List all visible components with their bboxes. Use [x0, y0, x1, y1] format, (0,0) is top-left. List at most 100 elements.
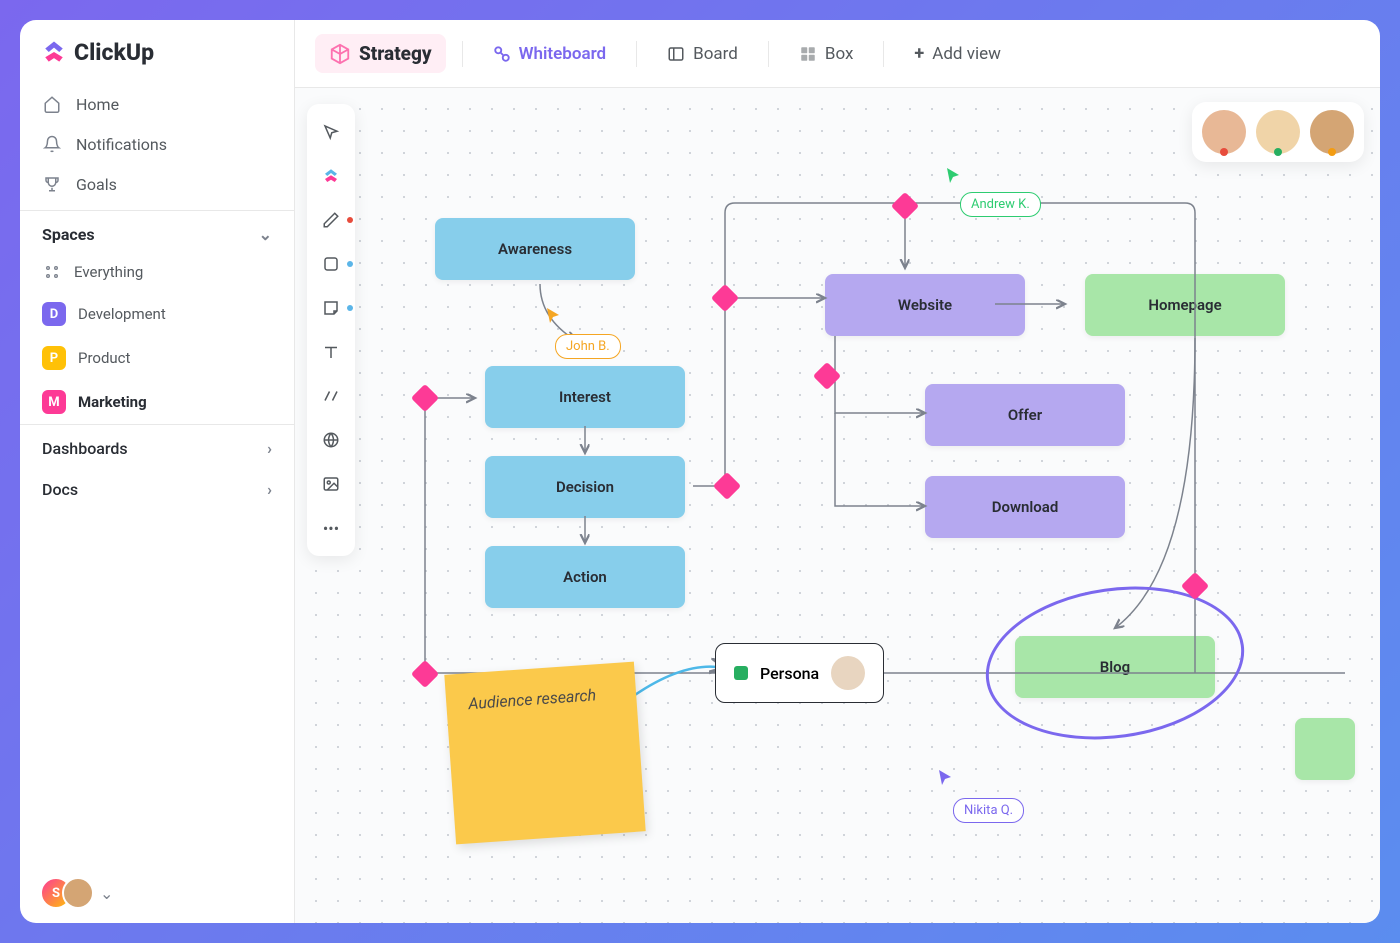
add-view-label: Add view	[932, 44, 1001, 64]
list-title-chip[interactable]: Strategy	[315, 34, 446, 73]
chevron-right-icon: ›	[267, 439, 272, 458]
nav-goals[interactable]: Goals	[20, 164, 294, 204]
node-awareness[interactable]: Awareness	[435, 218, 635, 280]
color-dot-blue	[347, 305, 353, 311]
node-download[interactable]: Download	[925, 476, 1125, 538]
nav-home[interactable]: Home	[20, 84, 294, 124]
collaborator-avatar[interactable]: .collab .a:nth-child(2)::after{backgroun…	[1256, 110, 1300, 154]
node-action[interactable]: Action	[485, 546, 685, 608]
whiteboard-canvas[interactable]: ••• .collab .a:nth-child(1)::after{backg…	[295, 88, 1380, 923]
node-offer[interactable]: Offer	[925, 384, 1125, 446]
persona-label: Persona	[760, 664, 819, 683]
node-blog[interactable]: Blog	[1015, 636, 1215, 698]
nav-notifications[interactable]: Notifications	[20, 124, 294, 164]
connector-handle[interactable]	[411, 384, 439, 412]
space-everything-label: Everything	[74, 263, 143, 281]
chevron-down-icon: ⌄	[259, 225, 272, 244]
tool-pen[interactable]	[313, 202, 349, 238]
cursor-icon	[945, 166, 963, 186]
docs-label: Docs	[42, 480, 78, 499]
cursor-icon	[545, 306, 563, 326]
space-marketing[interactable]: M Marketing	[20, 380, 294, 424]
connector-handle[interactable]	[813, 362, 841, 390]
node-website[interactable]: Website	[825, 274, 1025, 336]
node-decision[interactable]: Decision	[485, 456, 685, 518]
space-development[interactable]: D Development	[20, 292, 294, 336]
color-dot-blue	[347, 261, 353, 267]
nav-home-label: Home	[76, 95, 119, 114]
brand-name: ClickUp	[74, 39, 154, 66]
spaces-header-label: Spaces	[42, 225, 95, 244]
connector-handle[interactable]	[411, 660, 439, 688]
node-interest[interactable]: Interest	[485, 366, 685, 428]
plus-icon: +	[914, 43, 924, 64]
divider	[636, 41, 637, 67]
view-label: Whiteboard	[519, 44, 607, 64]
sidebar: ClickUp Home Notifications Goals Spaces …	[20, 20, 295, 923]
tool-web[interactable]	[313, 422, 349, 458]
tool-sticky[interactable]	[313, 290, 349, 326]
trophy-icon	[42, 174, 62, 194]
space-label: Product	[78, 349, 130, 367]
user-switcher[interactable]: S ⌄	[20, 863, 294, 923]
tool-text[interactable]	[313, 334, 349, 370]
connector-handle[interactable]	[713, 472, 741, 500]
connector-handle[interactable]	[711, 284, 739, 312]
tool-shape[interactable]	[313, 246, 349, 282]
brand-logo[interactable]: ClickUp	[20, 20, 294, 78]
dashboards-header[interactable]: Dashboards ›	[20, 424, 294, 466]
collaborator-avatar[interactable]: .collab .a:nth-child(3)::after{backgroun…	[1310, 110, 1354, 154]
space-product[interactable]: P Product	[20, 336, 294, 380]
space-badge: D	[42, 302, 66, 326]
connector-handle[interactable]	[1181, 572, 1209, 600]
cube-icon	[329, 43, 351, 65]
status-square-icon	[734, 666, 748, 680]
dashboards-label: Dashboards	[42, 439, 128, 458]
whiteboard-toolbox: •••	[307, 104, 355, 556]
grid-icon	[42, 262, 62, 282]
divider	[462, 41, 463, 67]
tool-more[interactable]: •••	[313, 510, 349, 546]
list-title: Strategy	[359, 42, 432, 65]
sticky-text: Audience research	[468, 685, 597, 713]
topbar: Strategy Whiteboard Board Box + Add view	[295, 20, 1380, 88]
bell-icon	[42, 134, 62, 154]
collaborators-bar[interactable]: .collab .a:nth-child(1)::after{backgroun…	[1192, 102, 1364, 162]
box-icon	[799, 45, 817, 63]
home-icon	[42, 94, 62, 114]
color-dot-red	[347, 217, 353, 223]
main-area: Strategy Whiteboard Board Box + Add view	[295, 20, 1380, 923]
node-homepage[interactable]: Homepage	[1085, 274, 1285, 336]
space-label: Development	[78, 305, 166, 323]
add-view-button[interactable]: + Add view	[900, 35, 1014, 72]
cursor-icon	[937, 768, 955, 788]
nav-section: Home Notifications Goals	[20, 78, 294, 210]
cursor-nikita: Nikita Q.	[953, 798, 1024, 823]
sticky-note[interactable]: Audience research	[444, 662, 645, 845]
spaces-header[interactable]: Spaces ⌄	[20, 210, 294, 252]
space-badge: P	[42, 346, 66, 370]
persona-card[interactable]: Persona	[715, 643, 884, 703]
view-label: Box	[825, 44, 854, 64]
connector-handle[interactable]	[891, 192, 919, 220]
collaborator-avatar[interactable]: .collab .a:nth-child(1)::after{backgroun…	[1202, 110, 1246, 154]
app-window: ClickUp Home Notifications Goals Spaces …	[20, 20, 1380, 923]
view-whiteboard[interactable]: Whiteboard	[479, 36, 621, 72]
node-partial[interactable]	[1295, 718, 1355, 780]
docs-header[interactable]: Docs ›	[20, 466, 294, 507]
cursor-john: John B.	[555, 334, 621, 359]
tool-image[interactable]	[313, 466, 349, 502]
space-badge: M	[42, 390, 66, 414]
tool-connector[interactable]	[313, 378, 349, 414]
view-board[interactable]: Board	[653, 36, 752, 72]
view-box[interactable]: Box	[785, 36, 868, 72]
tool-select[interactable]	[313, 114, 349, 150]
divider	[883, 41, 884, 67]
chevron-right-icon: ›	[267, 480, 272, 499]
space-everything[interactable]: Everything	[20, 252, 294, 292]
chevron-down-icon: ⌄	[100, 884, 113, 903]
nav-notifications-label: Notifications	[76, 135, 167, 154]
board-icon	[667, 45, 685, 63]
nav-goals-label: Goals	[76, 175, 117, 194]
tool-clickup[interactable]	[313, 158, 349, 194]
